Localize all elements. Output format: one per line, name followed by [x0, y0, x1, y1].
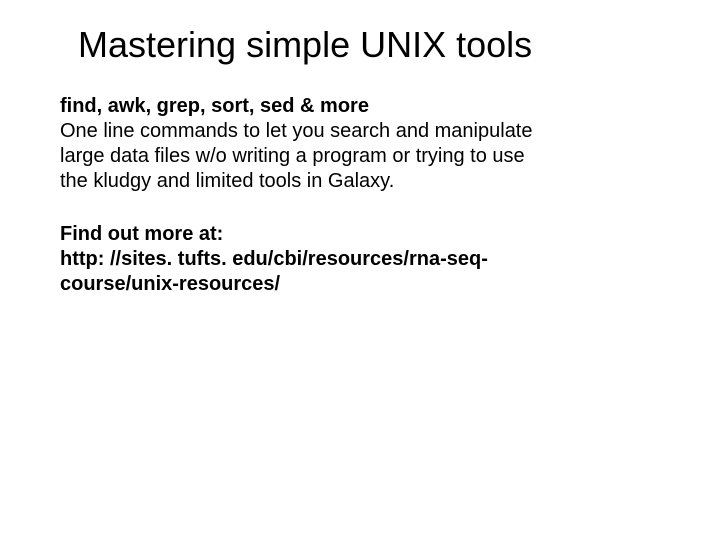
intro-description: One line commands to let you search and …: [60, 120, 533, 192]
slide-title: Mastering simple UNIX tools: [78, 24, 660, 66]
more-info-url: http: //sites. tufts. edu/cbi/resources/…: [60, 248, 488, 295]
tools-list: find, awk, grep, sort, sed & more: [60, 95, 369, 117]
more-info-label: Find out more at:: [60, 223, 223, 245]
intro-block: find, awk, grep, sort, sed & more One li…: [60, 94, 540, 194]
more-info-block: Find out more at: http: //sites. tufts. …: [60, 222, 540, 297]
